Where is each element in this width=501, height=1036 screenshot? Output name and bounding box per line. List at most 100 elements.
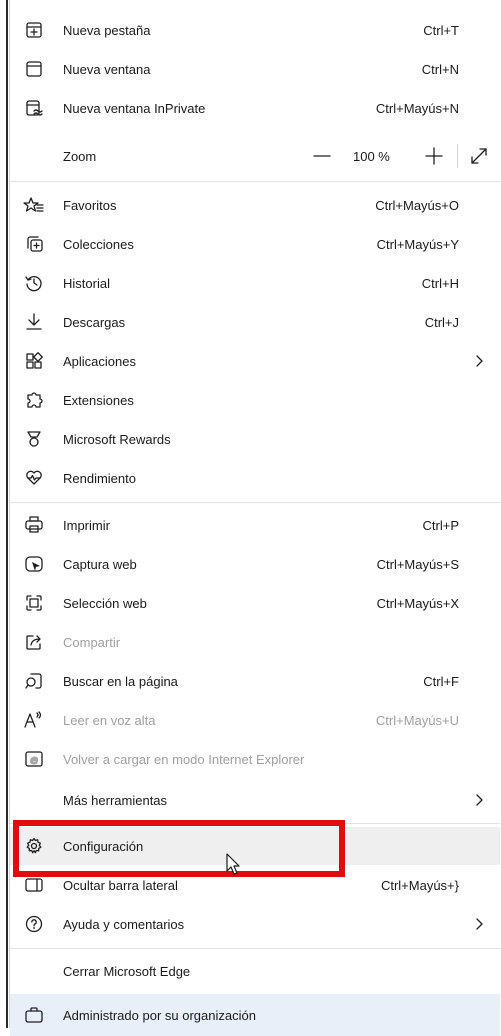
menu-item-shortcut: Ctrl+Mayús+}	[380, 877, 459, 893]
zoom-value: 100 %	[353, 148, 390, 164]
menu-item-label: Rendimiento	[63, 470, 136, 486]
mouse-cursor-icon	[226, 853, 242, 877]
menu-item-shortcut: Ctrl+N	[421, 61, 459, 77]
menu-item-shortcut: Ctrl+Mayús+X	[376, 595, 459, 611]
rewards-icon	[24, 429, 44, 449]
page-edge	[0, 0, 9, 1028]
menu-item-label: Configuración	[63, 838, 144, 854]
menu-item-new-inprivate[interactable]: Nueva ventana InPrivate Ctrl+Mayús+N	[10, 89, 500, 127]
menu-item-history[interactable]: Historial Ctrl+H	[10, 264, 500, 302]
ie-mode-icon: e	[24, 749, 44, 769]
sidebar-icon	[24, 875, 44, 895]
menu-item-favorites[interactable]: Favoritos Ctrl+Mayús+O	[10, 186, 500, 224]
menu-item-shortcut: Ctrl+T	[423, 22, 459, 38]
menu-item-label: Volver a cargar en modo Internet Explore…	[63, 751, 305, 767]
menu-item-label: Selección web	[63, 595, 147, 611]
menu-item-label: Descargas	[63, 314, 126, 330]
menu-item-web-select[interactable]: Selección web Ctrl+Mayús+X	[10, 584, 500, 622]
chevron-right-icon	[474, 917, 486, 931]
read-aloud-icon	[24, 710, 44, 730]
gear-icon	[24, 836, 44, 856]
menu-item-label: Aplicaciones	[63, 353, 136, 369]
menu-item-zoom: Zoom 100 %	[10, 136, 500, 176]
history-icon	[24, 273, 44, 293]
menu-item-label: Imprimir	[63, 517, 110, 533]
web-capture-icon	[24, 554, 44, 574]
menu-item-find[interactable]: Buscar en la página Ctrl+F	[10, 662, 500, 700]
chevron-right-icon	[474, 354, 486, 368]
inprivate-icon	[24, 98, 44, 118]
zoom-divider	[457, 144, 458, 168]
menu-item-label: Más herramientas	[63, 792, 168, 808]
menu-item-apps[interactable]: Aplicaciones	[10, 342, 500, 380]
menu-item-help[interactable]: Ayuda y comentarios	[10, 905, 500, 943]
menu-item-downloads[interactable]: Descargas Ctrl+J	[10, 303, 500, 341]
apps-icon	[24, 351, 44, 371]
new-window-icon	[24, 59, 44, 79]
svg-text:e: e	[30, 753, 38, 767]
new-tab-icon	[24, 20, 44, 40]
collections-icon	[24, 234, 44, 254]
extensions-icon	[24, 390, 44, 410]
share-icon	[24, 632, 44, 652]
menu-item-extensions[interactable]: Extensiones	[10, 381, 500, 419]
favorites-icon	[23, 195, 44, 215]
menu-divider	[10, 948, 500, 949]
menu-item-shortcut: Ctrl+Mayús+S	[376, 556, 459, 572]
menu-item-collections[interactable]: Colecciones Ctrl+Mayús+Y	[10, 225, 500, 263]
browser-settings-menu: Nueva pestaña Ctrl+T Nueva ventana Ctrl+…	[9, 0, 501, 1036]
find-icon	[24, 671, 44, 691]
menu-divider	[10, 181, 500, 182]
menu-item-shortcut: Ctrl+P	[422, 517, 459, 533]
menu-item-shortcut: Ctrl+J	[424, 314, 459, 330]
menu-item-read-aloud: Leer en voz alta Ctrl+Mayús+U	[10, 701, 500, 739]
menu-item-label: Administrado por su organización	[63, 1007, 256, 1023]
menu-item-label: Leer en voz alta	[63, 712, 156, 728]
zoom-label: Zoom	[63, 148, 97, 164]
zoom-out-icon[interactable]	[313, 149, 331, 163]
menu-item-label: Cerrar Microsoft Edge	[63, 963, 191, 979]
menu-item-label: Microsoft Rewards	[63, 431, 171, 447]
menu-item-share: Compartir	[10, 623, 500, 661]
menu-item-label: Extensiones	[63, 392, 134, 408]
menu-item-managed[interactable]: Administrado por su organización	[10, 994, 500, 1036]
menu-item-label: Ocultar barra lateral	[63, 877, 178, 893]
menu-divider	[10, 502, 500, 503]
help-icon	[24, 914, 44, 934]
menu-item-shortcut: Ctrl+Mayús+Y	[376, 236, 459, 252]
menu-item-ie-mode: e Volver a cargar en modo Internet Explo…	[10, 740, 500, 778]
menu-item-shortcut: Ctrl+F	[423, 673, 459, 689]
menu-item-label: Captura web	[63, 556, 137, 572]
menu-item-label: Ayuda y comentarios	[63, 916, 185, 932]
menu-item-web-capture[interactable]: Captura web Ctrl+Mayús+S	[10, 545, 500, 583]
menu-item-print[interactable]: Imprimir Ctrl+P	[10, 506, 500, 544]
menu-item-label: Buscar en la página	[63, 673, 178, 689]
chevron-right-icon	[474, 793, 486, 807]
menu-item-new-tab[interactable]: Nueva pestaña Ctrl+T	[10, 11, 500, 49]
menu-item-shortcut: Ctrl+Mayús+U	[375, 712, 459, 728]
menu-item-new-window[interactable]: Nueva ventana Ctrl+N	[10, 50, 500, 88]
menu-item-shortcut: Ctrl+Mayús+O	[375, 197, 459, 213]
menu-item-label: Colecciones	[63, 236, 134, 252]
menu-item-settings[interactable]: Configuración	[10, 827, 500, 865]
menu-item-hide-sidebar[interactable]: Ocultar barra lateral Ctrl+Mayús+}	[10, 866, 500, 904]
print-icon	[24, 515, 44, 535]
menu-item-label: Nueva ventana	[63, 61, 151, 77]
briefcase-icon	[24, 1005, 44, 1025]
web-select-icon	[24, 593, 44, 613]
menu-item-shortcut: Ctrl+H	[421, 275, 459, 291]
download-icon	[24, 312, 44, 332]
menu-item-shortcut: Ctrl+Mayús+N	[375, 100, 459, 116]
menu-item-label: Compartir	[63, 634, 121, 650]
menu-item-performance[interactable]: Rendimiento	[10, 459, 500, 497]
menu-item-label: Favoritos	[63, 197, 117, 213]
zoom-in-icon[interactable]	[425, 147, 443, 165]
menu-item-rewards[interactable]: Microsoft Rewards	[10, 420, 500, 458]
menu-divider	[10, 823, 500, 824]
menu-item-more-tools[interactable]: Más herramientas	[10, 781, 500, 819]
menu-item-label: Nueva pestaña	[63, 22, 151, 38]
menu-item-label: Nueva ventana InPrivate	[63, 100, 206, 116]
menu-item-label: Historial	[63, 275, 110, 291]
fullscreen-icon[interactable]	[470, 147, 488, 165]
menu-item-close-edge[interactable]: Cerrar Microsoft Edge	[10, 952, 500, 990]
